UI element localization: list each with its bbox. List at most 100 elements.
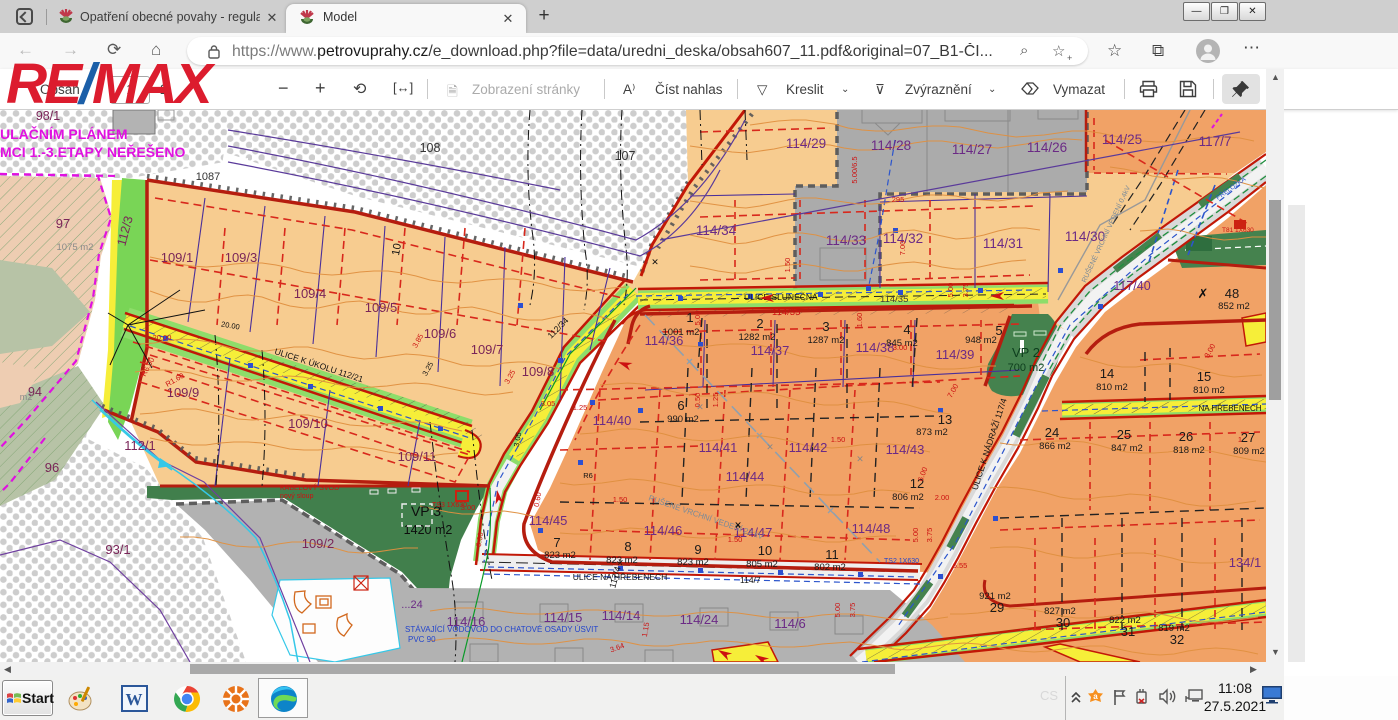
svg-text:114/44: 114/44 bbox=[726, 469, 765, 484]
svg-text:25: 25 bbox=[1117, 427, 1131, 442]
svg-text:109/10: 109/10 bbox=[288, 416, 328, 431]
svg-text:818 m2: 818 m2 bbox=[1173, 445, 1205, 456]
svg-text:114/27: 114/27 bbox=[952, 142, 992, 157]
svg-text:93/1: 93/1 bbox=[105, 542, 130, 557]
svg-text:VP 2: VP 2 bbox=[1012, 345, 1040, 360]
svg-text:990 m2: 990 m2 bbox=[667, 414, 699, 425]
svg-text:24: 24 bbox=[1045, 425, 1059, 440]
svg-text:R6: R6 bbox=[583, 471, 593, 480]
svg-text:134/1: 134/1 bbox=[1229, 555, 1262, 570]
svg-text:32: 32 bbox=[1170, 632, 1184, 647]
svg-text:295: 295 bbox=[892, 195, 905, 204]
svg-text:109/11: 109/11 bbox=[398, 449, 437, 464]
svg-text:810 m2: 810 m2 bbox=[1096, 382, 1128, 393]
svg-text:5.00: 5.00 bbox=[946, 283, 955, 298]
svg-text:5.00: 5.00 bbox=[693, 311, 702, 326]
svg-text:29: 29 bbox=[990, 600, 1004, 615]
svg-text:823 m2: 823 m2 bbox=[544, 550, 576, 561]
svg-text:114/45: 114/45 bbox=[529, 513, 568, 528]
svg-text:10: 10 bbox=[390, 242, 404, 256]
svg-text:NA HŘEBENECH: NA HŘEBENECH bbox=[1198, 404, 1261, 413]
svg-text:ULICE SLUNEČNÁ: ULICE SLUNEČNÁ bbox=[744, 292, 818, 302]
svg-text:7: 7 bbox=[553, 535, 560, 550]
svg-text:nový sloup: nový sloup bbox=[280, 493, 314, 500]
svg-text:13: 13 bbox=[938, 412, 952, 427]
svg-text:3.00: 3.00 bbox=[461, 503, 476, 512]
svg-text:114/33: 114/33 bbox=[826, 233, 866, 248]
svg-text:806 m2: 806 m2 bbox=[892, 492, 924, 503]
svg-text:866 m2: 866 m2 bbox=[1039, 441, 1071, 452]
svg-text:PVC 90: PVC 90 bbox=[408, 635, 436, 644]
svg-text:109/8: 109/8 bbox=[522, 364, 555, 379]
svg-text:109/7: 109/7 bbox=[471, 342, 504, 357]
svg-text:1282 m2: 1282 m2 bbox=[739, 332, 776, 343]
svg-text:114/42: 114/42 bbox=[789, 440, 828, 455]
svg-text:700 m2: 700 m2 bbox=[1008, 362, 1045, 374]
svg-text:3.75: 3.75 bbox=[961, 283, 970, 298]
svg-text:31: 31 bbox=[1121, 624, 1135, 639]
svg-text:1.50: 1.50 bbox=[613, 495, 628, 504]
svg-text:117/7: 117/7 bbox=[1199, 134, 1232, 149]
svg-text:3: 3 bbox=[822, 319, 829, 334]
svg-text:2: 2 bbox=[756, 316, 763, 331]
svg-text:114/36: 114/36 bbox=[645, 333, 684, 348]
svg-text:TS2 1X630: TS2 1X630 bbox=[884, 558, 919, 565]
svg-text:96: 96 bbox=[45, 460, 59, 475]
svg-text:1087: 1087 bbox=[196, 171, 220, 183]
svg-text:ULAČNÍM PLÁNEM: ULAČNÍM PLÁNEM bbox=[0, 125, 128, 142]
svg-text:✕: ✕ bbox=[734, 520, 742, 530]
svg-text:W: W bbox=[126, 690, 143, 709]
svg-text:✕: ✕ bbox=[766, 442, 774, 452]
svg-text:109/9: 109/9 bbox=[167, 385, 200, 400]
svg-text:114/14: 114/14 bbox=[602, 608, 641, 623]
svg-text:114/7: 114/7 bbox=[740, 575, 761, 585]
svg-text:MCI 1.-3.ETAPY NEŘEŠENO: MCI 1.-3.ETAPY NEŘEŠENO bbox=[0, 143, 186, 160]
svg-text:m2: m2 bbox=[20, 392, 33, 402]
svg-text:20.00: 20.00 bbox=[153, 333, 172, 342]
svg-text:114/39: 114/39 bbox=[936, 347, 975, 362]
svg-text:3.05: 3.05 bbox=[541, 399, 556, 408]
svg-text:114/40: 114/40 bbox=[593, 413, 632, 428]
svg-text:✕: ✕ bbox=[856, 454, 864, 464]
svg-text:1.50: 1.50 bbox=[831, 435, 846, 444]
svg-text:5.00: 5.00 bbox=[911, 528, 920, 543]
svg-text:114/35: 114/35 bbox=[772, 307, 800, 318]
svg-text:✕: ✕ bbox=[696, 402, 704, 412]
svg-text:114/31: 114/31 bbox=[983, 236, 1023, 251]
svg-text:9: 9 bbox=[694, 542, 701, 557]
svg-text:10: 10 bbox=[758, 543, 772, 558]
svg-text:117/40: 117/40 bbox=[1113, 279, 1150, 293]
svg-text:114/46: 114/46 bbox=[644, 523, 683, 538]
svg-text:14: 14 bbox=[1100, 366, 1114, 381]
svg-text:27: 27 bbox=[1241, 430, 1255, 445]
svg-text:2.00: 2.00 bbox=[935, 493, 950, 502]
svg-text:26: 26 bbox=[1179, 429, 1193, 444]
svg-text:810 m2: 810 m2 bbox=[1193, 385, 1225, 396]
svg-text:1.50: 1.50 bbox=[728, 535, 743, 544]
svg-text:a: a bbox=[1093, 692, 1098, 701]
svg-text:109/4: 109/4 bbox=[294, 286, 327, 301]
svg-text:114/34: 114/34 bbox=[696, 223, 737, 238]
svg-text:1420 m2: 1420 m2 bbox=[404, 523, 453, 537]
svg-text:114/24: 114/24 bbox=[680, 612, 719, 627]
svg-text:1.60: 1.60 bbox=[855, 313, 864, 328]
svg-text:5.00: 5.00 bbox=[833, 603, 842, 618]
svg-text:109/1: 109/1 bbox=[161, 250, 194, 265]
svg-text:1.50: 1.50 bbox=[783, 258, 792, 273]
svg-text:108: 108 bbox=[420, 141, 441, 155]
svg-text:114/15: 114/15 bbox=[544, 610, 583, 625]
svg-text:109/3: 109/3 bbox=[225, 250, 258, 265]
svg-text:1075 m2: 1075 m2 bbox=[57, 242, 94, 253]
svg-text:823 m2: 823 m2 bbox=[677, 557, 709, 568]
svg-text:STÁVAJÍCÍ VODOVOD DO CHATOVÉ O: STÁVAJÍCÍ VODOVOD DO CHATOVÉ OSADY ÚSVIT bbox=[405, 625, 598, 634]
svg-text:107: 107 bbox=[615, 149, 636, 163]
svg-text:114/25: 114/25 bbox=[1102, 132, 1142, 147]
svg-text:114/43: 114/43 bbox=[886, 442, 925, 457]
svg-text:112/1: 112/1 bbox=[124, 438, 156, 453]
svg-text:1287 m2: 1287 m2 bbox=[808, 335, 845, 346]
svg-text:114/6: 114/6 bbox=[774, 616, 806, 631]
svg-text:802 m2: 802 m2 bbox=[814, 562, 846, 573]
svg-text:11: 11 bbox=[825, 547, 839, 562]
svg-text:48: 48 bbox=[1225, 286, 1239, 301]
svg-text:114/28: 114/28 bbox=[871, 138, 911, 153]
